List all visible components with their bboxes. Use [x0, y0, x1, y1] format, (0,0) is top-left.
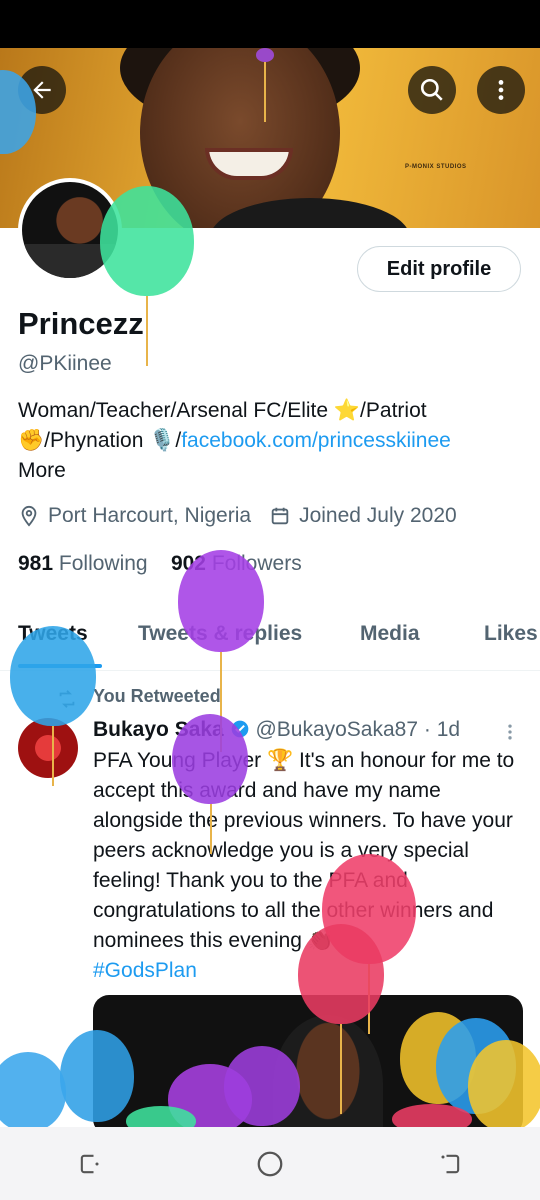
tweet-time: · 1d [423, 718, 461, 741]
tab-media[interactable]: Media [360, 622, 420, 646]
home-icon[interactable] [255, 1149, 285, 1179]
retweet-label: You Retweeted [93, 686, 221, 706]
profile-handle: @PKiinee [18, 352, 112, 375]
recents-icon[interactable] [76, 1150, 104, 1178]
location-text: Port Harcourt, Nigeria [48, 504, 252, 527]
profile-stats: 981 Following 902 Followers [18, 552, 302, 576]
search-button[interactable] [408, 66, 456, 114]
joined-text: Joined July 2020 [299, 504, 457, 527]
bio-link[interactable]: facebook.com/princesskiinee [181, 429, 451, 452]
bio-more-link[interactable]: More [18, 456, 528, 486]
calendar-icon [271, 507, 289, 525]
more-vertical-icon [498, 80, 504, 100]
following-link[interactable]: 981 Following [18, 552, 148, 575]
banner-watermark: P-MONIX STUDIOS [405, 164, 467, 170]
bio-line-2: ✊/Phynation 🎙️/ [18, 429, 182, 452]
tweet-author-handle[interactable]: @BukayoSaka87 [255, 718, 418, 741]
tweet-more-icon[interactable] [500, 722, 520, 742]
profile-meta: Port Harcourt, Nigeria Joined July 2020 [18, 504, 457, 528]
edit-profile-button[interactable]: Edit profile [357, 246, 521, 292]
profile-bio: Woman/Teacher/Arsenal FC/Elite ⭐/Patriot… [18, 396, 528, 486]
profile-name: Princezz [18, 306, 144, 341]
location-icon [21, 505, 37, 527]
search-icon [420, 78, 443, 101]
bio-line-1: Woman/Teacher/Arsenal FC/Elite ⭐/Patriot [18, 399, 427, 422]
tweet-header: Bukayo Saka @BukayoSaka87 · 1d [93, 718, 460, 742]
tab-likes[interactable]: Likes [484, 622, 538, 646]
more-options-button[interactable] [477, 66, 525, 114]
tweet-author-avatar[interactable] [18, 718, 78, 778]
back-nav-icon[interactable] [436, 1150, 464, 1178]
status-bar [0, 0, 540, 48]
system-nav-bar [0, 1127, 540, 1200]
